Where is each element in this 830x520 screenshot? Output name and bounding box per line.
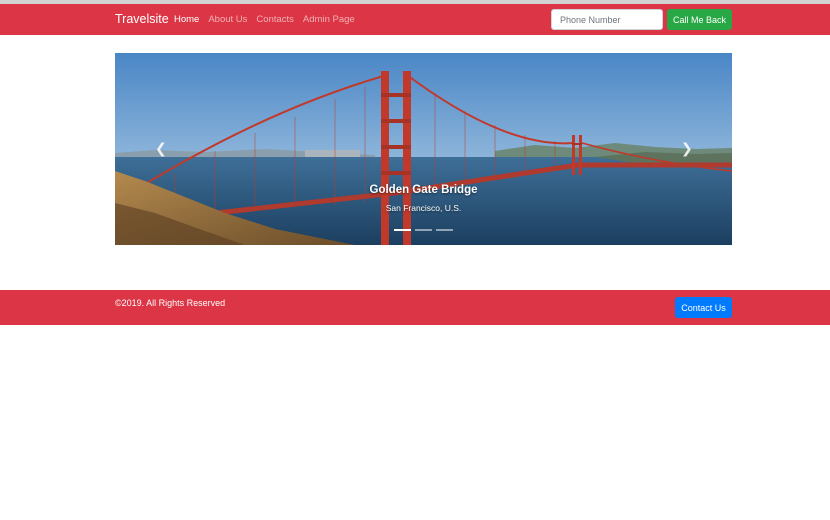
copyright-text: ©2019. All Rights Reserved	[115, 298, 226, 308]
slide-caption-subtitle: San Francisco, U.S.	[385, 203, 462, 213]
nav-link-contacts[interactable]: Contacts	[256, 14, 294, 25]
contact-us-button[interactable]: Contact Us	[675, 297, 732, 318]
carousel-indicator[interactable]	[415, 229, 432, 231]
footer: ©2019. All Rights Reserved Contact Us	[0, 290, 830, 325]
call-me-back-button[interactable]: Call Me Back	[667, 9, 732, 30]
nav-link-admin[interactable]: Admin Page	[303, 14, 355, 25]
nav-link-about[interactable]: About Us	[208, 14, 247, 25]
carousel-indicator[interactable]	[394, 229, 411, 231]
phone-number-input[interactable]	[551, 9, 663, 30]
chevron-right-icon[interactable]: ❯	[681, 141, 693, 155]
carousel-indicator[interactable]	[436, 229, 453, 231]
brand-logo[interactable]: Travelsite	[115, 12, 169, 26]
golden-gate-bridge-image	[115, 53, 732, 245]
navbar: Travelsite Home About Us Contacts Admin …	[0, 4, 830, 35]
nav-links: Home About Us Contacts Admin Page	[174, 14, 355, 25]
slide-caption-title: Golden Gate Bridge	[369, 184, 478, 196]
chevron-left-icon[interactable]: ❮	[155, 141, 167, 155]
image-carousel: Golden Gate Bridge San Francisco, U.S. ❮…	[115, 53, 732, 245]
nav-link-home[interactable]: Home	[174, 14, 199, 25]
carousel-indicators	[115, 229, 732, 231]
